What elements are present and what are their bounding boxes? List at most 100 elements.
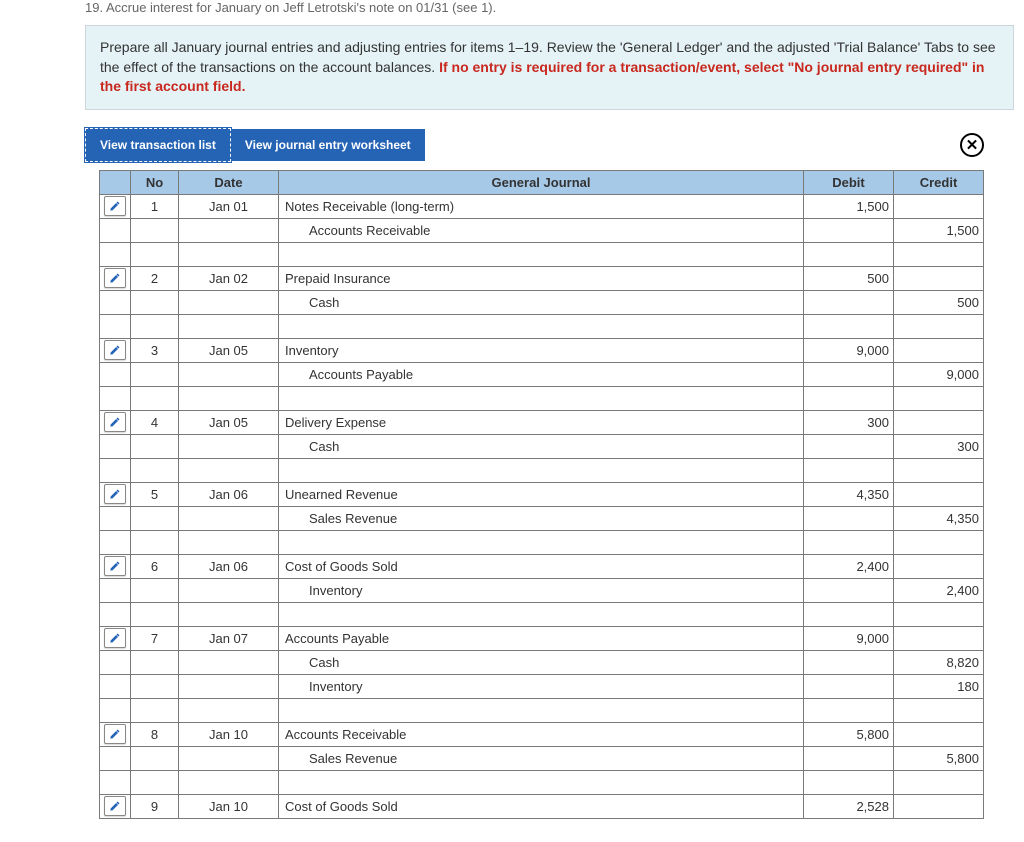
cell-account[interactable]: Cash xyxy=(279,434,804,458)
cell-date xyxy=(179,578,279,602)
cell-no: 6 xyxy=(131,554,179,578)
cell-account[interactable]: Unearned Revenue xyxy=(279,482,804,506)
cell-account[interactable]: Prepaid Insurance xyxy=(279,266,804,290)
cell-account[interactable]: Delivery Expense xyxy=(279,410,804,434)
table-row: 3Jan 05Inventory9,000 xyxy=(100,338,984,362)
cell-account[interactable]: Cost of Goods Sold xyxy=(279,794,804,818)
main-scroll-area[interactable]: 19. Accrue interest for January on Jeff … xyxy=(0,0,1024,842)
edit-entry-button[interactable] xyxy=(104,196,126,216)
cell-debit[interactable]: 300 xyxy=(804,410,894,434)
cell-debit[interactable]: 5,800 xyxy=(804,722,894,746)
cell-blank xyxy=(894,698,984,722)
cell-credit[interactable] xyxy=(894,722,984,746)
cell-no xyxy=(131,218,179,242)
edit-entry-button[interactable] xyxy=(104,724,126,744)
edit-entry-button[interactable] xyxy=(104,412,126,432)
cell-blank xyxy=(179,314,279,338)
cell-debit[interactable] xyxy=(804,746,894,770)
cell-credit[interactable] xyxy=(894,266,984,290)
cell-debit[interactable]: 500 xyxy=(804,266,894,290)
header-edit xyxy=(100,170,131,194)
table-row: 8Jan 10Accounts Receivable5,800 xyxy=(100,722,984,746)
cell-account[interactable]: Sales Revenue xyxy=(279,746,804,770)
cell-blank xyxy=(279,602,804,626)
cell-blank xyxy=(100,602,131,626)
cell-debit[interactable] xyxy=(804,506,894,530)
cell-date: Jan 06 xyxy=(179,554,279,578)
tab-view-journal-worksheet[interactable]: View journal entry worksheet xyxy=(231,129,425,161)
cell-credit[interactable] xyxy=(894,194,984,218)
cell-debit[interactable]: 1,500 xyxy=(804,194,894,218)
cell-debit[interactable] xyxy=(804,434,894,458)
cell-blank xyxy=(894,770,984,794)
cell-credit[interactable]: 2,400 xyxy=(894,578,984,602)
pencil-icon xyxy=(109,344,121,356)
cell-date xyxy=(179,218,279,242)
cell-no: 4 xyxy=(131,410,179,434)
cell-blank xyxy=(279,458,804,482)
cell-debit[interactable]: 4,350 xyxy=(804,482,894,506)
cell-credit[interactable]: 8,820 xyxy=(894,650,984,674)
cell-credit[interactable]: 4,350 xyxy=(894,506,984,530)
edit-entry-button[interactable] xyxy=(104,268,126,288)
table-row: 1Jan 01Notes Receivable (long-term)1,500 xyxy=(100,194,984,218)
edit-entry-button[interactable] xyxy=(104,484,126,504)
cell-credit[interactable]: 1,500 xyxy=(894,218,984,242)
cell-account[interactable]: Accounts Receivable xyxy=(279,218,804,242)
cell-no xyxy=(131,674,179,698)
cell-blank xyxy=(131,458,179,482)
cell-debit[interactable] xyxy=(804,674,894,698)
cell-debit[interactable] xyxy=(804,578,894,602)
edit-entry-button[interactable] xyxy=(104,556,126,576)
cell-credit[interactable]: 5,800 xyxy=(894,746,984,770)
cell-no xyxy=(131,290,179,314)
table-row: 7Jan 07Accounts Payable9,000 xyxy=(100,626,984,650)
cell-debit[interactable] xyxy=(804,290,894,314)
cell-account[interactable]: Cash xyxy=(279,650,804,674)
cell-credit[interactable] xyxy=(894,554,984,578)
cell-credit[interactable] xyxy=(894,482,984,506)
cell-debit[interactable] xyxy=(804,218,894,242)
cell-date: Jan 07 xyxy=(179,626,279,650)
cell-credit[interactable] xyxy=(894,338,984,362)
cell-debit[interactable] xyxy=(804,650,894,674)
cell-credit[interactable] xyxy=(894,626,984,650)
cell-account[interactable]: Accounts Payable xyxy=(279,362,804,386)
cell-account[interactable]: Cash xyxy=(279,290,804,314)
cell-credit[interactable] xyxy=(894,794,984,818)
cell-credit[interactable]: 300 xyxy=(894,434,984,458)
cell-account[interactable]: Sales Revenue xyxy=(279,506,804,530)
cell-credit[interactable] xyxy=(894,410,984,434)
cell-blank xyxy=(279,698,804,722)
cell-credit[interactable]: 500 xyxy=(894,290,984,314)
edit-entry-button[interactable] xyxy=(104,340,126,360)
cell-date xyxy=(179,650,279,674)
cell-debit[interactable]: 9,000 xyxy=(804,626,894,650)
close-icon[interactable]: ✕ xyxy=(960,133,984,157)
cell-edit xyxy=(100,266,131,290)
cell-debit[interactable]: 2,400 xyxy=(804,554,894,578)
pencil-icon xyxy=(109,200,121,212)
cell-no: 7 xyxy=(131,626,179,650)
cell-date: Jan 10 xyxy=(179,722,279,746)
cell-credit[interactable]: 9,000 xyxy=(894,362,984,386)
cell-account[interactable]: Accounts Receivable xyxy=(279,722,804,746)
cell-account[interactable]: Inventory xyxy=(279,338,804,362)
cell-account[interactable]: Inventory xyxy=(279,578,804,602)
cell-credit[interactable]: 180 xyxy=(894,674,984,698)
header-debit: Debit xyxy=(804,170,894,194)
cell-debit[interactable] xyxy=(804,362,894,386)
cell-account[interactable]: Inventory xyxy=(279,674,804,698)
edit-entry-button[interactable] xyxy=(104,796,126,816)
cell-no xyxy=(131,746,179,770)
cell-debit[interactable]: 2,528 xyxy=(804,794,894,818)
cell-no xyxy=(131,506,179,530)
cell-account[interactable]: Cost of Goods Sold xyxy=(279,554,804,578)
tab-view-transaction-list[interactable]: View transaction list xyxy=(85,128,231,162)
cell-debit[interactable]: 9,000 xyxy=(804,338,894,362)
edit-entry-button[interactable] xyxy=(104,628,126,648)
cell-account[interactable]: Notes Receivable (long-term) xyxy=(279,194,804,218)
table-row: Cash 8,820 xyxy=(100,650,984,674)
cell-account[interactable]: Accounts Payable xyxy=(279,626,804,650)
tab-row: View transaction list View journal entry… xyxy=(85,128,1014,162)
